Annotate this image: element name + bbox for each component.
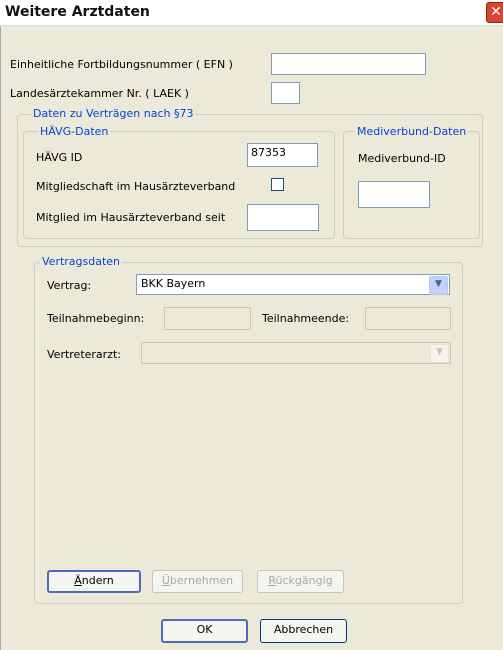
contracts-legend: Daten zu Verträgen nach §73 <box>31 107 196 120</box>
participation-end-label: Teilnahmeende: <box>262 312 350 325</box>
apply-button-label: bernehmen <box>169 574 234 587</box>
change-button-label: ndern <box>81 574 114 587</box>
haevg-id-input[interactable]: 87353 <box>247 143 318 167</box>
mediverbund-id-input[interactable] <box>358 181 430 208</box>
undo-button-label: ückgängig <box>275 574 333 587</box>
undo-button[interactable]: Rückgängig <box>257 570 344 593</box>
efn-input[interactable] <box>271 53 426 75</box>
close-icon[interactable]: ✕ <box>486 2 503 23</box>
change-button[interactable]: Ändern <box>47 570 141 593</box>
participation-end-input[interactable] <box>365 307 451 330</box>
apply-button-mnemonic: Ü <box>161 574 170 587</box>
contract-select[interactable]: BKK Bayern ▼ <box>136 274 450 295</box>
haevg-id-label: HÄVG ID <box>36 151 83 164</box>
mediverbund-id-label: Mediverbund-ID <box>358 152 446 165</box>
contract-data-legend: Vertragsdaten <box>40 255 123 268</box>
participation-start-label: Teilnahmebeginn: <box>47 312 145 325</box>
member-since-input[interactable] <box>247 204 319 231</box>
cancel-button[interactable]: Abbrechen <box>260 619 347 643</box>
substitute-doctor-select[interactable]: ▼ <box>141 342 451 364</box>
chevron-down-icon[interactable]: ▼ <box>429 276 448 295</box>
undo-button-mnemonic: R <box>268 574 276 587</box>
chevron-down-icon[interactable]: ▼ <box>430 344 449 363</box>
membership-label: Mitgliedschaft im Hausärzteverband <box>36 180 236 193</box>
efn-label: Einheitliche Fortbildungsnummer ( EFN ) <box>10 58 233 71</box>
participation-start-input[interactable] <box>164 307 251 330</box>
substitute-doctor-label: Vertreterarzt: <box>47 348 121 361</box>
haevg-legend: HÄVG-Daten <box>38 125 111 138</box>
contract-select-value: BKK Bayern <box>141 277 206 290</box>
laek-input[interactable] <box>271 82 300 104</box>
mediverbund-legend: Mediverbund-Daten <box>355 125 469 138</box>
change-button-mnemonic: Ä <box>74 574 82 587</box>
member-since-label: Mitglied im Hausärzteverband seit <box>36 211 226 224</box>
contract-label: Vertrag: <box>47 279 92 292</box>
membership-checkbox[interactable] <box>271 178 284 191</box>
window-title: Weitere Arztdaten <box>5 4 150 20</box>
laek-label: Landesärztekammer Nr. ( LAEK ) <box>10 87 189 100</box>
ok-button[interactable]: OK <box>161 619 248 643</box>
title-bar: Weitere Arztdaten <box>0 0 503 26</box>
apply-button[interactable]: Übernehmen <box>152 570 243 593</box>
